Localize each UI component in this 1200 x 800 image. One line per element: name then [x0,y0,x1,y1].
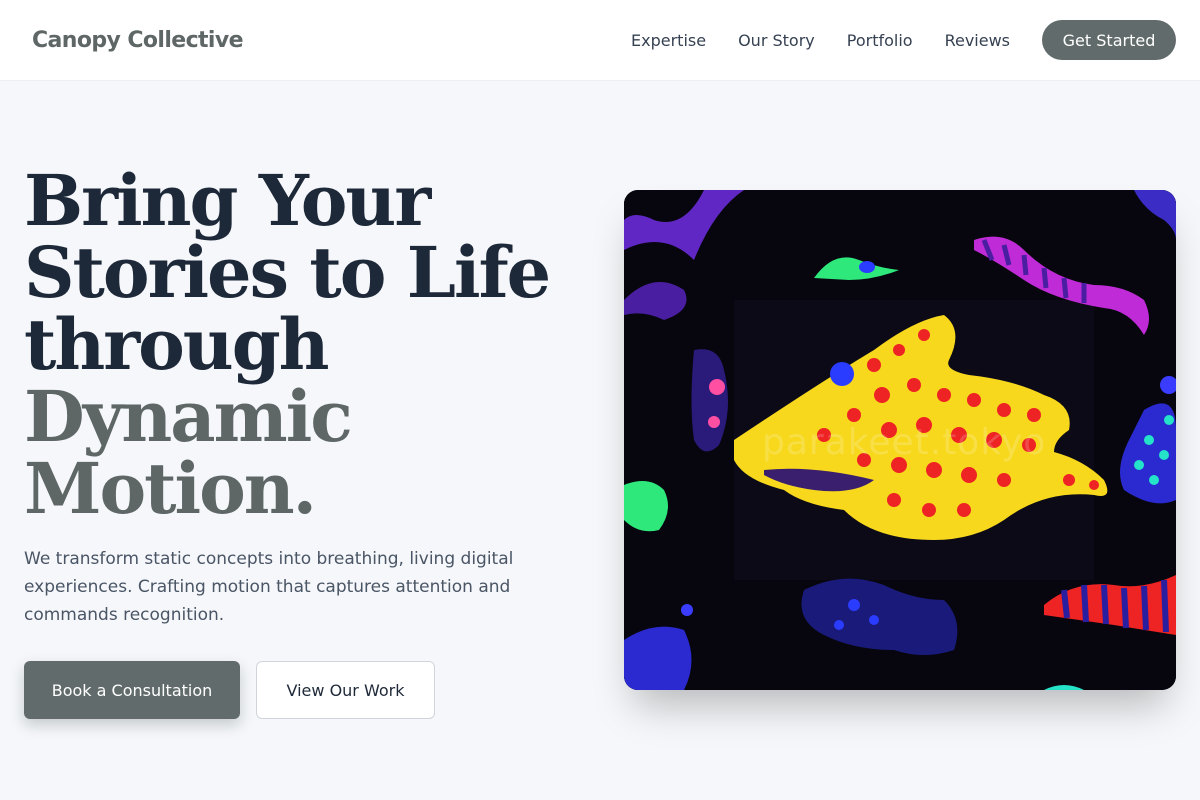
headline-line: Stories to Life [24,231,551,314]
headline-line: through [24,303,330,386]
headline-accent-line: Motion. [24,447,317,530]
nav-links: Expertise Our Story Portfolio Reviews Ge… [631,20,1176,60]
navbar: Canopy Collective Expertise Our Story Po… [0,0,1200,80]
nav-link-our-story[interactable]: Our Story [738,31,815,50]
headline-accent-line: Dynamic [24,375,353,458]
nav-link-expertise[interactable]: Expertise [631,31,706,50]
book-consultation-button[interactable]: Book a Consultation [24,661,240,719]
hero-headline: Bring Your Stories to Life through Dynam… [24,165,564,525]
view-work-button[interactable]: View Our Work [256,661,435,719]
page-title: Bring Your Stories to Life through Dynam… [24,165,564,525]
hero-subtext: We transform static concepts into breath… [24,549,514,625]
nav-link-reviews[interactable]: Reviews [945,31,1010,50]
headline-line: Bring Your [24,159,431,242]
get-started-button[interactable]: Get Started [1042,20,1176,60]
brand-logo[interactable]: Canopy Collective [32,28,244,53]
hero-image: parakeet.tokyo [624,190,1176,690]
nav-link-portfolio[interactable]: Portfolio [847,31,913,50]
image-watermark: parakeet.tokyo [762,422,1047,463]
